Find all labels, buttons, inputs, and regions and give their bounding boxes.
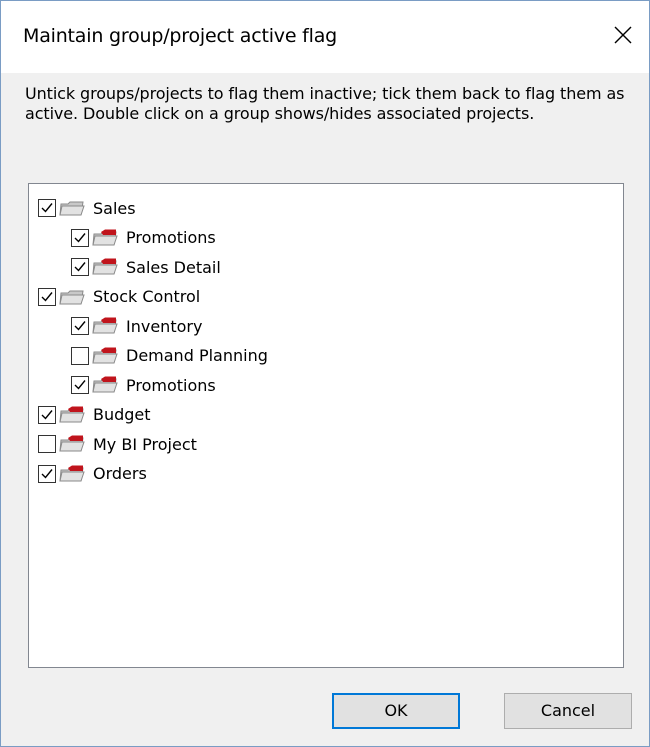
folder-icon [59,199,85,217]
tree-item-checkbox[interactable] [38,405,56,424]
cancel-button[interactable]: Cancel [504,693,632,729]
folder-icon [59,288,85,306]
project-folder-icon [92,376,118,394]
tree-item[interactable]: Promotions [71,371,216,399]
dialog-title: Maintain group/project active flag [23,25,338,47]
check-icon [74,380,86,390]
check-icon [41,468,53,479]
check-icon [74,321,86,331]
tree-item[interactable]: Promotions [71,224,216,252]
check-icon [74,232,86,243]
project-folder-icon [92,229,118,247]
project-folder-icon [92,258,118,276]
project-folder-icon [59,406,85,424]
title-bar: Maintain group/project active flag [1,1,649,73]
tree-item-checkbox[interactable] [38,287,56,306]
tree-item-checkbox[interactable] [38,199,56,217]
project-folder-icon [92,347,118,365]
tree-item[interactable]: Sales Detail [71,253,221,281]
project-folder-icon [59,435,85,453]
check-icon [41,409,53,420]
tree-item-label: My BI Project [93,434,197,454]
instruction-text: Untick groups/projects to flag them inac… [25,84,625,123]
tree-item-label: Budget [93,405,151,424]
tree-item-checkbox[interactable] [71,228,89,247]
check-icon [74,262,86,272]
tree-item-label: Promotions [126,228,216,247]
project-folder-icon [59,465,85,483]
check-icon [41,291,53,302]
tree-item-label: Demand Planning [126,346,268,365]
project-folder-icon [92,317,118,335]
tree-item-label: Sales Detail [126,257,221,277]
tree-item-label: Orders [93,464,147,483]
tree-item[interactable]: Budget [38,401,151,429]
tree-item-checkbox[interactable] [71,317,89,335]
ok-button[interactable]: OK [332,693,460,729]
group-project-tree[interactable]: Sales Promotions Sales Detail Stock Control… [28,183,624,668]
tree-item[interactable]: Stock Control [38,283,200,311]
tree-item-checkbox[interactable] [71,346,89,365]
tree-item-label: Promotions [126,375,216,395]
close-button[interactable] [603,15,643,55]
tree-item[interactable]: Orders [38,460,147,488]
tree-item-label: Stock Control [93,287,201,306]
tree-item[interactable]: Inventory [71,312,202,340]
tree-item[interactable]: Sales [38,194,136,222]
close-icon [614,26,632,44]
tree-item-checkbox[interactable] [38,464,56,483]
tree-item-checkbox[interactable] [38,435,56,453]
tree-item-checkbox[interactable] [71,376,89,394]
tree-item-checkbox[interactable] [71,258,89,276]
tree-item[interactable]: Demand Planning [71,342,268,370]
tree-item[interactable]: My BI Project [38,430,197,458]
tree-item-label: Inventory [126,316,203,336]
dialog-window: Maintain group/project active flag Untic… [0,0,650,747]
check-icon [41,203,53,213]
tree-item-label: Sales [93,198,136,218]
